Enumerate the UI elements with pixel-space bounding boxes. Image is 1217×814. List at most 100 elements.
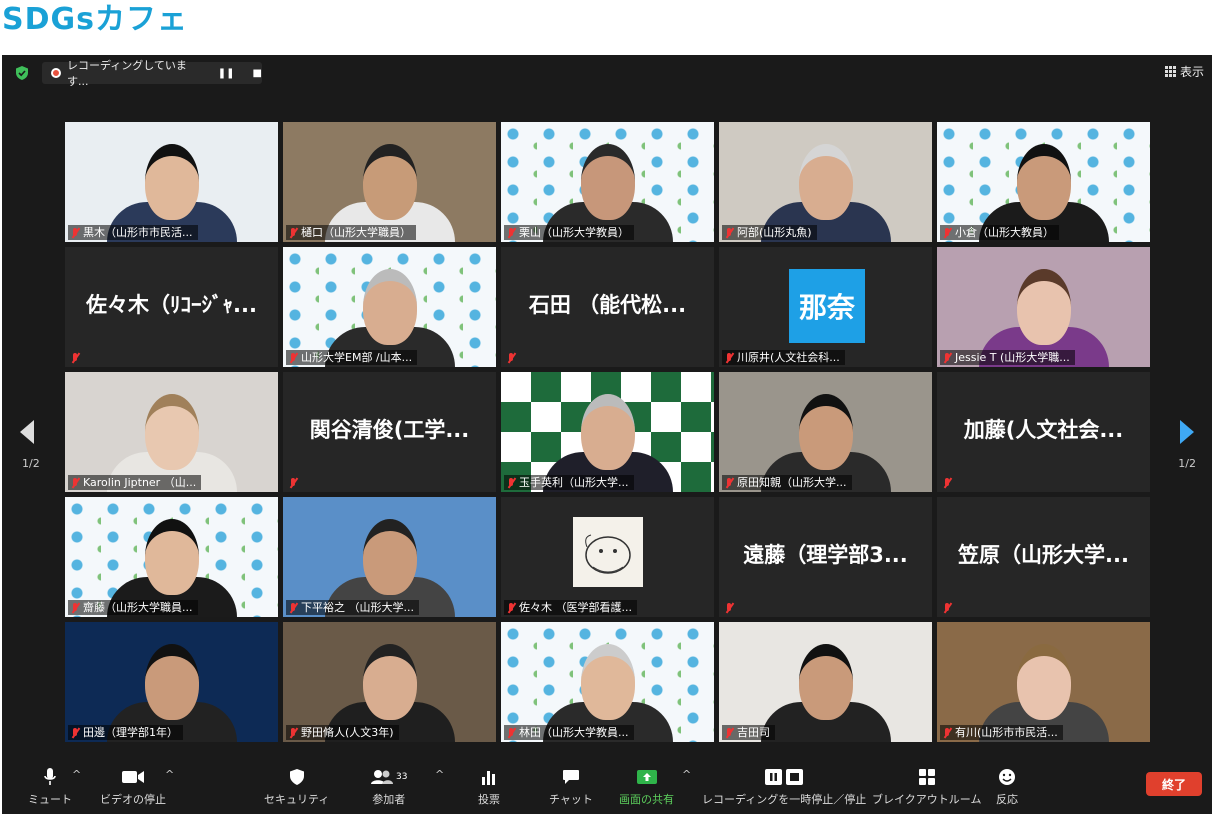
pause-stop-recording-button[interactable]: レコーディングを一時停止／停止 (702, 766, 866, 807)
next-page-arrow-icon[interactable] (1180, 420, 1194, 444)
participant-tile[interactable]: 黒木（山形市市民活... (65, 122, 278, 242)
participant-tile[interactable]: 笠原（山形大学... (937, 497, 1150, 617)
video-grid: 黒木（山形市市民活... 樋口（山形大学職員） 栗山（山形大学教員） 阿部(山形丸魚)… (65, 122, 1150, 742)
participant-name: 山形大学EM部 /山本... (301, 351, 413, 364)
bar-chart-icon (481, 766, 497, 788)
participant-display-name: 関谷清俊(工学... (309, 418, 470, 442)
video-camera-icon (121, 766, 145, 788)
participant-tile[interactable]: 那奈 川原井(人文社会科... (719, 247, 932, 367)
participant-tile[interactable]: 阿部(山形丸魚) (719, 122, 932, 242)
share-options-chevron-icon[interactable]: ^ (682, 768, 691, 781)
participant-tile[interactable]: 佐々木（ﾘｺｰｼﾞｬ... (65, 247, 278, 367)
participant-name: 小倉（山形大教員） (955, 226, 1054, 239)
participant-tile[interactable]: 玉手英利（山形大学... (501, 372, 714, 492)
participant-tile[interactable]: 栗山（山形大学教員） (501, 122, 714, 242)
participant-face (144, 644, 199, 720)
participant-tile[interactable]: 原田知親（山形大学... (719, 372, 932, 492)
participant-name-label: 川原井(人文社会科... (722, 350, 845, 365)
participant-name-label: 佐々木 （医学部看護... (504, 600, 637, 615)
meeting-toolbar: ミュート ^ ビデオの停止 ^ セキュリティ 33 参加者 ^ 投票 チャット … (2, 756, 1212, 814)
muted-mic-icon (942, 602, 952, 614)
security-shield-icon (289, 766, 305, 788)
end-meeting-button[interactable]: 終了 (1146, 772, 1202, 796)
participant-tile[interactable]: 林田（山形大学教員... (501, 622, 714, 742)
participant-face (580, 644, 635, 720)
participant-face (580, 394, 635, 470)
participant-tile[interactable]: 山形大学EM部 /山本... (283, 247, 496, 367)
participant-tile[interactable]: 田邊（理学部1年） (65, 622, 278, 742)
chat-button[interactable]: チャット (549, 766, 593, 807)
participant-display-name: 佐々木（ﾘｺｰｼﾞｬ... (86, 293, 257, 317)
participant-name: 原田知親（山形大学... (737, 476, 847, 489)
participant-tile[interactable]: 吉田司 (719, 622, 932, 742)
participants-icon: 33 (370, 766, 407, 788)
participant-tile[interactable]: 関谷清俊(工学... (283, 372, 496, 492)
participant-name-label (504, 350, 521, 365)
participant-name: 玉手英利（山形大学... (519, 476, 629, 489)
stop-icon[interactable]: ■ (253, 68, 262, 79)
participant-name: 樋口（山形大学職員） (301, 226, 411, 239)
muted-mic-icon (724, 602, 734, 614)
shield-icon[interactable] (14, 65, 30, 81)
participant-name-label: 原田知親（山形大学... (722, 475, 852, 490)
page-indicator-right: 1/2 (1178, 457, 1196, 470)
reactions-button[interactable]: 反応 (996, 766, 1018, 807)
participant-tile[interactable]: Jessie T (山形大学職... (937, 247, 1150, 367)
participant-name-label: 吉田司 (722, 725, 775, 740)
participant-face (1016, 144, 1071, 220)
breakout-rooms-button[interactable]: ブレイクアウトルーム (872, 766, 981, 807)
chat-bubble-icon (562, 766, 580, 788)
muted-mic-icon (942, 727, 952, 739)
participant-tile[interactable]: Karolin Jiptner （山... (65, 372, 278, 492)
participant-tile[interactable]: 小倉（山形大教員） (937, 122, 1150, 242)
participants-count: 33 (396, 772, 408, 782)
participants-button[interactable]: 33 参加者 (370, 766, 407, 807)
participant-name-label: 田邊（理学部1年） (68, 725, 183, 740)
participant-name-label: 樋口（山形大学職員） (286, 225, 416, 240)
share-screen-icon (636, 766, 658, 788)
participants-options-chevron-icon[interactable]: ^ (435, 768, 444, 781)
top-bar: レコーディングしています... ❚❚ ■ 表示 (2, 55, 1212, 91)
participant-face (1016, 269, 1071, 345)
participant-name-label (68, 350, 85, 365)
participant-tile[interactable]: 遠藤（理学部3... (719, 497, 932, 617)
muted-mic-icon (506, 477, 516, 489)
video-options-chevron-icon[interactable]: ^ (165, 768, 174, 781)
view-button[interactable]: 表示 (1164, 63, 1204, 80)
video-label: ビデオの停止 (100, 793, 166, 806)
pause-icon[interactable]: ❚❚ (218, 68, 235, 79)
muted-mic-icon (70, 602, 80, 614)
participant-tile[interactable]: 石田 （能代松... (501, 247, 714, 367)
poll-button[interactable]: 投票 (478, 766, 500, 807)
participant-tile[interactable]: 下平裕之 （山形大学... (283, 497, 496, 617)
record-dot-icon (51, 68, 61, 78)
share-screen-button[interactable]: 画面の共有 (619, 766, 674, 807)
participant-name-label: 齋藤（山形大学職員... (68, 600, 198, 615)
participant-tile[interactable]: 佐々木 （医学部看護... (501, 497, 714, 617)
participant-name-label (940, 600, 957, 615)
participant-face (144, 144, 199, 220)
participant-face (798, 144, 853, 220)
participant-tile[interactable]: 樋口（山形大学職員） (283, 122, 496, 242)
security-button[interactable]: セキュリティ (264, 766, 329, 807)
participant-name-label (722, 600, 739, 615)
mute-button[interactable]: ミュート (28, 766, 72, 807)
pause-stop-icon (764, 766, 804, 788)
participant-name-label: 林田（山形大学教員... (504, 725, 634, 740)
muted-mic-icon (288, 227, 298, 239)
stop-video-button[interactable]: ビデオの停止 (100, 766, 166, 807)
participant-name: 吉田司 (737, 726, 770, 739)
mute-options-chevron-icon[interactable]: ^ (72, 768, 81, 781)
participant-tile[interactable]: 有川(山形市市民活... (937, 622, 1150, 742)
reactions-label: 反応 (996, 793, 1018, 806)
muted-mic-icon (288, 602, 298, 614)
participant-tile[interactable]: 加藤(人文社会... (937, 372, 1150, 492)
prev-page-arrow-icon[interactable] (20, 420, 34, 444)
muted-mic-icon (288, 477, 298, 489)
participant-name: 林田（山形大学教員... (519, 726, 629, 739)
muted-mic-icon (942, 477, 952, 489)
muted-mic-icon (506, 727, 516, 739)
participant-tile[interactable]: 齋藤（山形大学職員... (65, 497, 278, 617)
participant-tile[interactable]: 野田脩人(人文3年) (283, 622, 496, 742)
smiley-icon (998, 766, 1016, 788)
